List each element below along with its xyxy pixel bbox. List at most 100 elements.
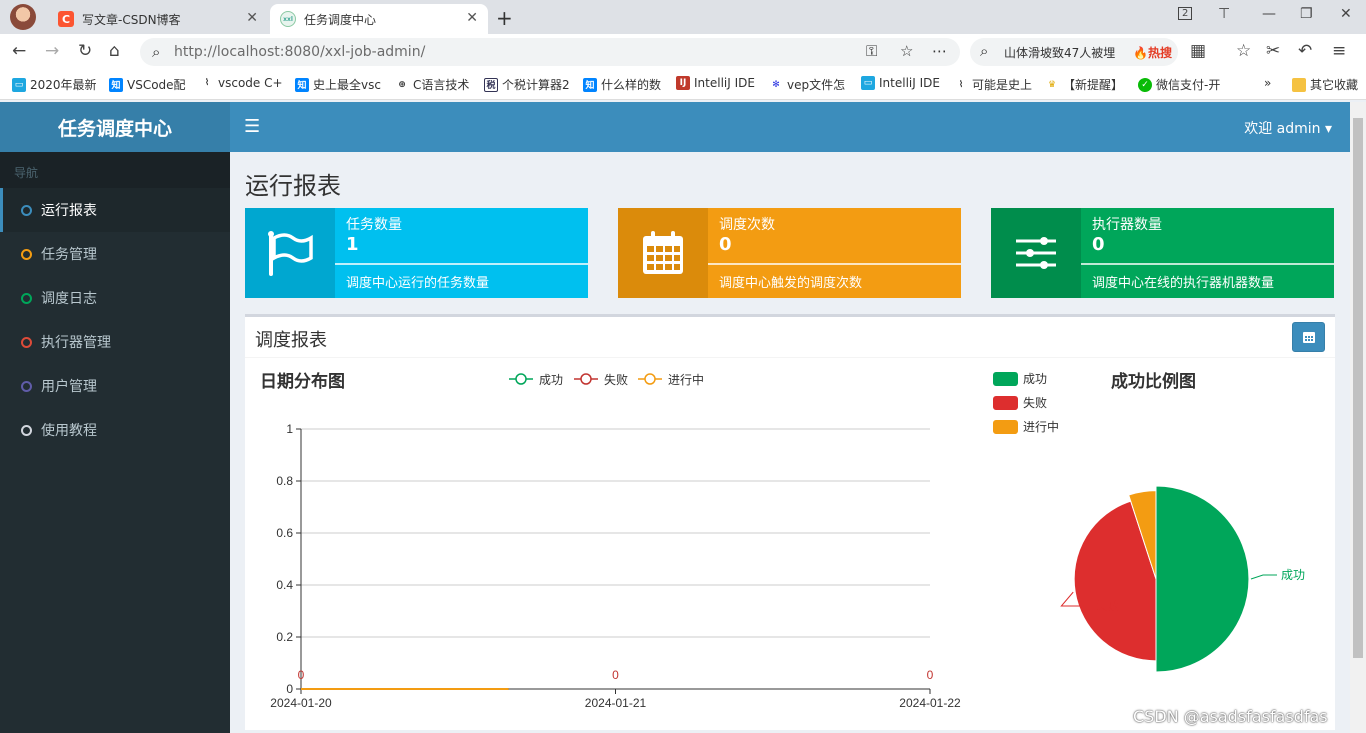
close-icon[interactable]: ✕: [466, 10, 478, 26]
pie-label-line: [1250, 574, 1277, 580]
bookmark[interactable]: ▭ IntelliJ IDE: [861, 76, 941, 90]
data-label: 0: [927, 668, 934, 682]
bookmark[interactable]: 知史上最全vsc: [295, 76, 381, 93]
more-icon[interactable]: ⋯: [932, 42, 947, 60]
info-box-title: 调度次数: [719, 217, 775, 233]
profile-avatar[interactable]: [10, 4, 36, 30]
flag-icon: [245, 208, 335, 298]
line-chart-title: 日期分布图: [260, 371, 345, 391]
y-tick-label: 1: [286, 422, 293, 436]
sidebar: 导航 运行报表 任务管理 调度日志 执行器管理 用户管理 使用教程: [0, 152, 230, 733]
info-box-executors: 执行器数量 0 调度中心在线的执行器机器数量: [991, 208, 1334, 298]
shirt-icon[interactable]: ⊤: [1218, 6, 1230, 22]
page-title: 运行报表: [245, 172, 341, 200]
apps-grid-icon[interactable]: ▦: [1190, 41, 1206, 61]
sidebar-item-report[interactable]: 运行报表: [0, 188, 230, 232]
pie-legend-swatch: [993, 372, 1018, 386]
legend-marker: [515, 373, 527, 385]
info-box-title: 任务数量: [346, 217, 402, 233]
scrollbar-thumb[interactable]: [1353, 118, 1363, 658]
circle-icon: [21, 336, 32, 348]
sidebar-header: 导航: [0, 152, 230, 188]
home-icon[interactable]: ⌂: [109, 41, 120, 61]
star-icon[interactable]: ☆: [900, 42, 913, 60]
scissors-icon[interactable]: ✂: [1266, 41, 1280, 61]
undo-icon[interactable]: ↶: [1298, 41, 1312, 61]
other-bookmarks[interactable]: 其它收藏: [1292, 76, 1364, 93]
calendar-icon: [618, 208, 708, 298]
bookmark[interactable]: 税个税计算器2: [484, 76, 570, 93]
reload-icon[interactable]: ↻: [78, 41, 92, 61]
data-label: 0: [298, 668, 305, 682]
sidebar-item-executors[interactable]: 执行器管理: [0, 320, 230, 364]
bookmark[interactable]: ✻ vep文件怎: [769, 76, 851, 93]
app-logo[interactable]: 任务调度中心: [0, 102, 230, 152]
info-box-jobs: 任务数量 1 调度中心运行的任务数量: [245, 208, 588, 298]
maximize-icon[interactable]: ❐: [1300, 6, 1313, 22]
y-tick-label: 0.6: [276, 526, 293, 540]
bookmark[interactable]: ♛ 【新提醒】: [1045, 76, 1125, 93]
bookmark[interactable]: ✓ 微信支付-开: [1138, 76, 1224, 93]
page-scrollbar[interactable]: [1350, 102, 1366, 733]
x-tick-label: 2024-01-20: [270, 696, 332, 710]
address-bar[interactable]: ⌕ http://localhost:8080/xxl-job-admin/ ⚿…: [140, 38, 960, 66]
window-close-icon[interactable]: ✕: [1340, 6, 1352, 22]
bookmark[interactable]: ▭ 2020年最新: [12, 76, 98, 93]
info-box-value: 1: [346, 234, 359, 255]
forward-icon[interactable]: →: [45, 41, 59, 61]
trophy-icon: ♛: [1047, 79, 1057, 90]
key-icon[interactable]: ⚿: [866, 42, 877, 60]
bookmark[interactable]: ⌇ vscode C+: [200, 76, 282, 90]
progress-bar: [708, 263, 961, 265]
info-box-triggers: 调度次数 0 调度中心触发的调度次数: [618, 208, 961, 298]
bookmark[interactable]: ⌇ 可能是史上: [954, 76, 1034, 93]
bookmark[interactable]: ⊕ C语言技术: [395, 76, 471, 93]
close-icon[interactable]: ✕: [246, 10, 258, 26]
tab-count-badge[interactable]: 2: [1178, 7, 1193, 20]
bookmark[interactable]: 知什么样的数: [583, 76, 665, 93]
y-tick-label: 0: [286, 682, 293, 696]
bookmark[interactable]: 知 VSCode配: [109, 76, 189, 93]
menu-icon[interactable]: ≡: [1332, 41, 1346, 61]
browser-toolbar: ← → ↻ ⌂ ⌕ http://localhost:8080/xxl-job-…: [0, 34, 1366, 68]
pie-chart-title: 成功比例图: [1111, 371, 1196, 391]
sidebar-item-tutorial[interactable]: 使用教程: [0, 408, 230, 452]
user-menu[interactable]: 欢迎 admin ▾: [1244, 118, 1332, 138]
search-icon: ⌕: [980, 42, 989, 60]
tab-label: 任务调度中心: [304, 12, 377, 27]
xxl-icon: xxl: [280, 11, 296, 27]
hamburger-icon[interactable]: ☰: [244, 116, 260, 137]
charts-canvas: 日期分布图 成功 失败 进行中00.20.40.60.812024-01-20 2024…: [260, 371, 1305, 710]
search-box[interactable]: ⌕ 山体滑坡致47人被埋 🔥热搜: [970, 38, 1178, 66]
sidebar-item-users[interactable]: 用户管理: [0, 364, 230, 408]
legend-label: 成功: [539, 373, 563, 387]
progress-bar: [335, 263, 588, 265]
sidebar-item-logs[interactable]: 调度日志: [0, 276, 230, 320]
pie-slice: [1155, 485, 1250, 673]
pie-legend-label: 成功: [1023, 372, 1047, 386]
legend-marker: [580, 373, 592, 385]
circle-icon: [21, 424, 32, 436]
app: 任务调度中心 ☰ 欢迎 admin ▾ 导航 运行报表 任务管理 调度日志 执行…: [0, 102, 1366, 733]
bookmarks-more[interactable]: »: [1264, 76, 1278, 90]
info-box-desc: 调度中心在线的执行器机器数量: [1092, 276, 1275, 291]
info-box-desc: 调度中心触发的调度次数: [719, 276, 863, 291]
minimize-icon[interactable]: —: [1262, 6, 1276, 22]
circle-icon: [21, 204, 32, 216]
data-label: 0: [612, 668, 619, 682]
watermark: CSDN @asadsfasfasdfas: [1133, 707, 1328, 726]
circle-icon: [21, 380, 32, 392]
zhihu-icon: 知: [583, 77, 597, 92]
tax-icon: 税: [484, 77, 498, 92]
back-icon[interactable]: ←: [12, 41, 26, 61]
bookmark[interactable]: IJ IntelliJ IDE: [676, 76, 758, 90]
tab-xxl-job[interactable]: xxl 任务调度中心 ✕: [270, 4, 488, 34]
search-icon: ⌕: [152, 43, 161, 61]
new-tab-icon[interactable]: +: [496, 6, 513, 30]
globe-icon: ⊕: [398, 79, 406, 90]
pie-slice-label: 成功: [1281, 568, 1305, 582]
tab-csdn[interactable]: C 写文章-CSDN博客 ✕: [48, 4, 268, 34]
sidebar-item-jobs[interactable]: 任务管理: [0, 232, 230, 276]
info-box-value: 0: [1092, 234, 1105, 255]
favorites-icon[interactable]: ☆: [1236, 41, 1251, 61]
